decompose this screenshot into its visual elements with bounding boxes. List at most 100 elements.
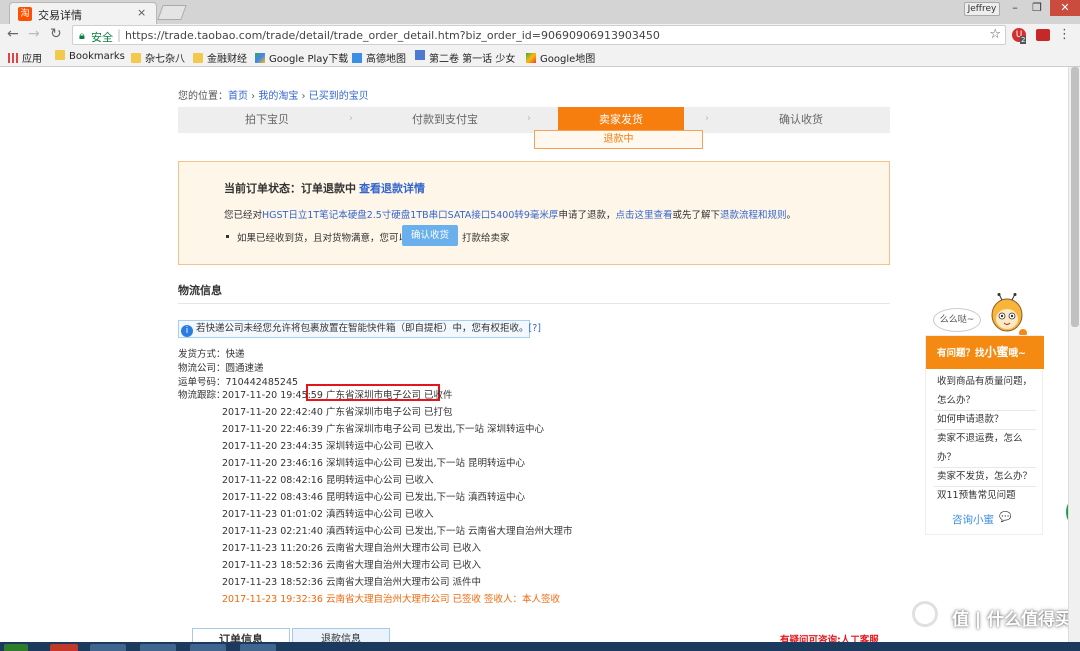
breadcrumb-home[interactable]: 首页 xyxy=(228,91,248,102)
folder-icon xyxy=(55,50,65,60)
apps-grid-icon xyxy=(8,53,18,63)
tracking-event: 2017-11-23 18:52:36 云南省大理自治州大理市公司 派件中 xyxy=(222,574,481,588)
minimize-button[interactable]: – xyxy=(1004,0,1026,16)
tab-close-icon[interactable]: × xyxy=(137,6,146,19)
step-arrow-icon: › xyxy=(527,113,531,124)
mascot-bee-icon[interactable] xyxy=(987,293,1027,339)
tracking-event: 2017-11-22 08:43:46 昆明转运中心公司 已发出,下一站 滇西转… xyxy=(222,489,525,503)
ship-method-row: 发货方式：快递 xyxy=(178,349,245,360)
consult-assistant-link[interactable]: 咨询小蜜 xyxy=(952,512,994,527)
event-time: 2017-11-23 01:01:02 xyxy=(222,509,323,520)
faq-shipping-fee[interactable]: 卖家不退运费，怎么办？ xyxy=(937,429,1037,467)
event-text: 云南省大理自治州大理市公司 已收入 xyxy=(325,560,481,571)
taskbar-app[interactable] xyxy=(190,644,226,651)
bookmark-star-icon[interactable]: ☆ xyxy=(989,27,1001,42)
browser-menu-icon[interactable]: ⋮ xyxy=(1058,27,1071,42)
assistant-panel: 有问题？找小蜜哦~ 收到商品有质量问题，怎么办？ 如何申请退款？ 卖家不退运费，… xyxy=(925,335,1044,535)
faq-quality-issue[interactable]: 收到商品有质量问题，怎么办？ xyxy=(937,372,1037,410)
taskbar-app[interactable] xyxy=(50,644,78,651)
breadcrumb-bought-items[interactable]: 已买到的宝贝 xyxy=(309,91,369,102)
item-link[interactable]: HGST日立1T笔记本硬盘2.5寸硬盘1TB串口SATA接口5400转9毫米厚 xyxy=(262,210,558,221)
amap-icon xyxy=(352,53,362,63)
assistant-header: 有问题？找小蜜哦~ xyxy=(926,336,1044,369)
faq-how-refund[interactable]: 如何申请退款？ xyxy=(937,410,1037,429)
breadcrumb-my-taobao[interactable]: 我的淘宝 xyxy=(258,91,298,102)
bookmark-misc[interactable]: 杂七杂八 xyxy=(131,50,185,65)
taskbar-app[interactable] xyxy=(140,644,176,651)
event-text: 昆明转运中心公司 已收入 xyxy=(325,475,434,486)
taobao-favicon-icon: 淘 xyxy=(18,7,32,21)
confirm-receipt-button[interactable]: 确认收货 xyxy=(402,225,458,246)
info-icon: i xyxy=(181,325,193,337)
taskbar-app[interactable] xyxy=(90,644,126,651)
breadcrumb: 您的位置：首页 › 我的淘宝 › 已买到的宝贝 xyxy=(178,91,369,102)
event-time: 2017-11-23 19:32:36 xyxy=(222,594,323,605)
browser-toolbar: ← → ↻ 🔒︎ 安全 | https://trade.taobao.com/t… xyxy=(0,24,1080,47)
tracking-event: 2017-11-23 18:52:36 云南省大理自治州大理市公司 已收入 xyxy=(222,557,481,571)
page-content: 您的位置：首页 › 我的淘宝 › 已买到的宝贝 拍下宝贝 › 付款到支付宝 › … xyxy=(0,67,1080,651)
tracking-event: 2017-11-20 22:42:40 广东省深圳市电子公司 已打包 xyxy=(222,404,452,418)
tab-trade-detail[interactable]: 淘 交易详情 × xyxy=(9,2,157,24)
faq-double11[interactable]: 双11预售常见问题 xyxy=(937,486,1037,505)
url-divider: | xyxy=(117,28,122,42)
view-refund-link[interactable]: 点击这里查看 xyxy=(615,210,672,221)
chat-bubble-icon[interactable]: 💬 xyxy=(999,512,1011,523)
divider xyxy=(178,303,890,304)
event-time: 2017-11-20 23:46:16 xyxy=(222,458,323,469)
event-time: 2017-11-20 23:44:35 xyxy=(222,441,323,452)
refund-substatus-badge: 退款中 xyxy=(534,130,703,149)
bookmark-apps[interactable]: 应用 xyxy=(8,50,42,65)
folder-icon xyxy=(193,53,203,63)
tracking-event: 2017-11-23 01:01:02 滇西转运中心公司 已收入 xyxy=(222,506,433,520)
window-close-button[interactable]: ✕ xyxy=(1050,0,1080,16)
reload-icon[interactable]: ↻ xyxy=(50,26,62,42)
event-time: 2017-11-20 22:42:40 xyxy=(222,407,323,418)
bookmark-google-play[interactable]: Google Play下载 xyxy=(255,50,348,65)
scrollbar-thumb[interactable] xyxy=(1071,67,1079,327)
notice-help-link[interactable]: [?] xyxy=(529,323,541,334)
event-time: 2017-11-23 11:20:26 xyxy=(222,543,323,554)
back-arrow-icon[interactable]: ← xyxy=(7,26,19,42)
refund-rules-link[interactable]: 退款流程和规则 xyxy=(720,210,787,221)
event-text: 广东省深圳市电子公司 已打包 xyxy=(325,407,453,418)
vertical-scrollbar[interactable] xyxy=(1068,67,1080,651)
bookmark-manga[interactable]: 第二卷 第一话 少女的 xyxy=(415,50,515,65)
extension-mail-icon[interactable] xyxy=(1036,29,1050,41)
page-icon xyxy=(415,50,425,60)
event-text: 广东省深圳市电子公司 已发出,下一站 深圳转运中心 xyxy=(325,424,544,435)
mascot-speech-bubble: 么么哒~ xyxy=(933,308,981,332)
url-text[interactable]: https://trade.taobao.com/trade/detail/tr… xyxy=(125,29,660,42)
tracking-event: 2017-11-20 23:46:16 深圳转运中心公司 已发出,下一站 昆明转… xyxy=(222,455,525,469)
bookmark-google-maps[interactable]: Google地图 xyxy=(526,50,595,65)
bookmark-finance[interactable]: 金融财经 xyxy=(193,50,247,65)
event-text: 深圳转运中心公司 已收入 xyxy=(325,441,434,452)
refund-detail-link[interactable]: 查看退款详情 xyxy=(359,180,425,196)
tracking-event: 2017-11-23 19:32:36 云南省大理自治州大理市公司 已签收 签收… xyxy=(222,591,560,605)
step-confirm-receipt: 确认收货 xyxy=(779,113,823,126)
taskbar-app[interactable] xyxy=(240,644,276,651)
event-text: 云南省大理自治州大理市公司 已收入 xyxy=(325,543,481,554)
event-text: 滇西转运中心公司 已发出,下一站 云南省大理自治州大理市 xyxy=(325,526,573,537)
event-text: 滇西转运中心公司 已收入 xyxy=(325,509,434,520)
tracking-event: 2017-11-23 02:21:40 滇西转运中心公司 已发出,下一站 云南省… xyxy=(222,523,573,537)
tracking-event: 2017-11-20 23:44:35 深圳转运中心公司 已收入 xyxy=(222,438,433,452)
tracking-number-row: 运单号码：710442485245 xyxy=(178,377,299,388)
folder-icon xyxy=(131,53,141,63)
new-tab-button[interactable] xyxy=(157,5,187,20)
faq-not-shipped[interactable]: 卖家不发货，怎么办？ xyxy=(937,467,1037,486)
bookmark-amap[interactable]: 高德地图 xyxy=(352,50,406,65)
step-arrow-icon: › xyxy=(349,113,353,124)
start-button[interactable] xyxy=(4,644,28,651)
tab-title: 交易详情 xyxy=(38,9,82,22)
bookmarks-bar: 应用 Bookmarks 杂七杂八 金融财经 Google Play下载 高德地… xyxy=(0,47,1080,67)
profile-button[interactable]: Jeffrey xyxy=(964,2,1000,16)
tracking-event: 2017-11-23 11:20:26 云南省大理自治州大理市公司 已收入 xyxy=(222,540,481,554)
forward-arrow-icon[interactable]: → xyxy=(28,26,40,42)
address-bar[interactable]: 🔒︎ 安全 | https://trade.taobao.com/trade/d… xyxy=(72,25,1006,45)
bookmark-bookmarks[interactable]: Bookmarks xyxy=(55,50,125,62)
event-time: 2017-11-23 18:52:36 xyxy=(222,560,323,571)
refund-description: 您已经对HGST日立1T笔记本硬盘2.5寸硬盘1TB串口SATA接口5400转9… xyxy=(224,210,797,221)
maximize-button[interactable]: ❐ xyxy=(1026,0,1048,16)
event-time: 2017-11-23 02:21:40 xyxy=(222,526,323,537)
watermark-logo-icon xyxy=(912,601,938,627)
